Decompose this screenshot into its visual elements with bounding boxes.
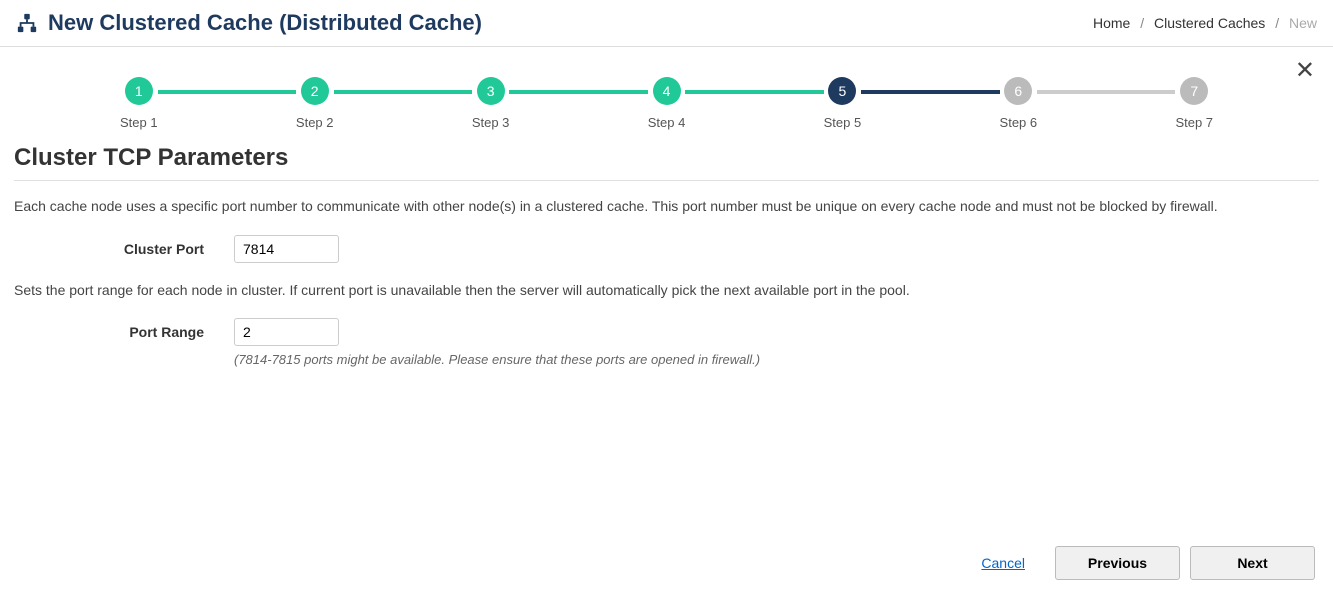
step-1[interactable]: 1 Step 1 [120,77,158,130]
page-header: New Clustered Cache (Distributed Cache) … [0,0,1333,47]
port-range-hint: (7814-7815 ports might be available. Ple… [234,352,760,367]
port-range-label: Port Range [14,318,234,340]
step-connector [861,90,999,94]
step-circle: 6 [1004,77,1032,105]
port-range-input[interactable] [234,318,339,346]
previous-button[interactable]: Previous [1055,546,1180,580]
breadcrumb-clustered-caches[interactable]: Clustered Caches [1154,15,1265,31]
cluster-icon [16,12,38,34]
step-label: Step 4 [648,115,686,130]
step-connector [1037,90,1175,94]
step-circle: 7 [1180,77,1208,105]
page-title: New Clustered Cache (Distributed Cache) [48,10,482,36]
step-5[interactable]: 5 Step 5 [824,77,862,130]
step-label: Step 5 [824,115,862,130]
cluster-port-input[interactable] [234,235,339,263]
step-label: Step 3 [472,115,510,130]
step-3[interactable]: 3 Step 3 [472,77,510,130]
step-connector [685,90,823,94]
stepper: 1 Step 1 2 Step 2 3 Step 3 4 Step 4 5 Step 5 6 Step… [0,47,1333,130]
close-icon[interactable]: ✕ [1295,59,1315,83]
step-circle: 3 [477,77,505,105]
cluster-port-description: Each cache node uses a specific port num… [0,197,1333,217]
wizard-footer: Cancel Previous Next [981,546,1315,580]
section-title: Cluster TCP Parameters [0,130,1333,180]
step-circle: 5 [828,77,856,105]
step-circle: 4 [653,77,681,105]
step-label: Step 2 [296,115,334,130]
step-connector [334,90,472,94]
port-range-description: Sets the port range for each node in clu… [0,281,1333,301]
breadcrumb-home[interactable]: Home [1093,15,1130,31]
breadcrumb: Home / Clustered Caches / New [1093,15,1317,31]
step-label: Step 7 [1175,115,1213,130]
step-circle: 1 [125,77,153,105]
step-circle: 2 [301,77,329,105]
step-connector [158,90,296,94]
next-button[interactable]: Next [1190,546,1315,580]
step-6[interactable]: 6 Step 6 [1000,77,1038,130]
cancel-button[interactable]: Cancel [981,555,1025,571]
step-label: Step 1 [120,115,158,130]
cluster-port-label: Cluster Port [14,235,234,257]
step-7[interactable]: 7 Step 7 [1175,77,1213,130]
step-2[interactable]: 2 Step 2 [296,77,334,130]
step-connector [509,90,647,94]
step-4[interactable]: 4 Step 4 [648,77,686,130]
divider [14,180,1319,181]
step-label: Step 6 [1000,115,1038,130]
breadcrumb-current: New [1289,15,1317,31]
